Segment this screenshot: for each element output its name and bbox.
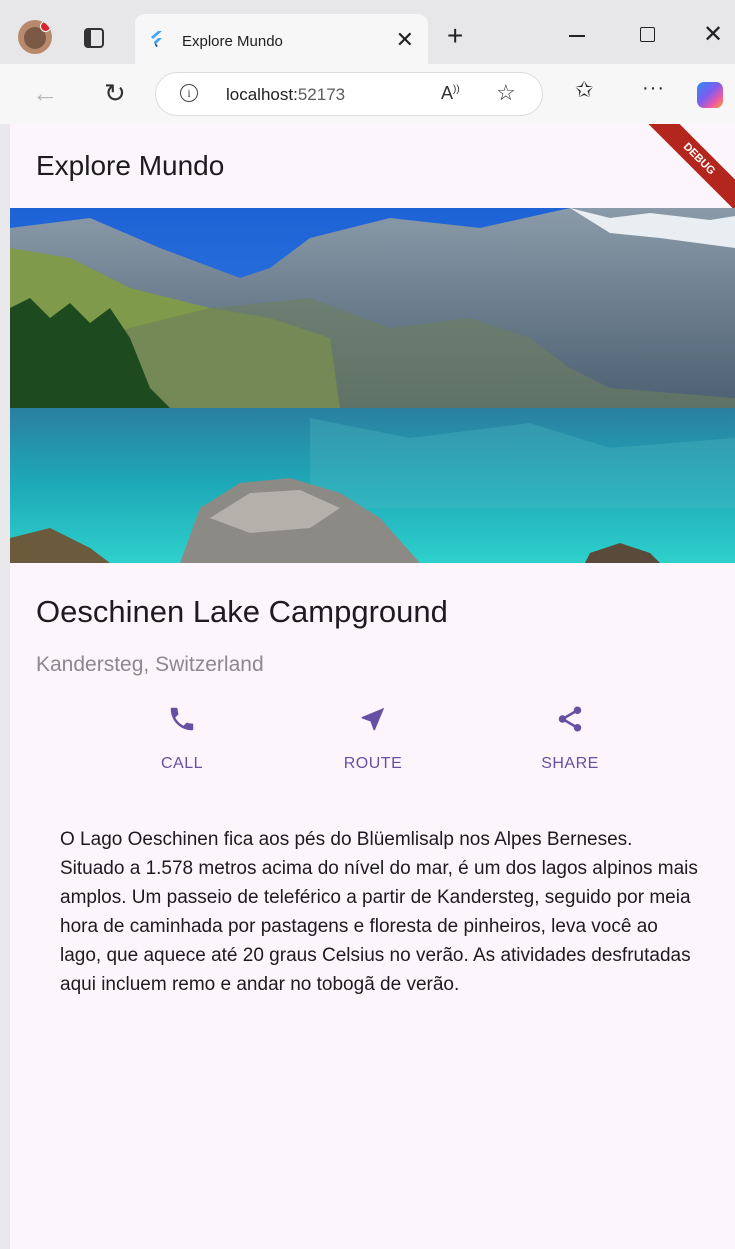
place-description: O Lago Oeschinen fica aos pés do Blüemli… (60, 829, 698, 995)
share-button[interactable]: SHARE (510, 704, 630, 773)
navigation-arrow-icon (361, 707, 385, 731)
call-button[interactable]: CALL (122, 704, 242, 773)
tab-title: Explore Mundo (182, 33, 283, 50)
maximize-icon[interactable] (640, 27, 655, 42)
place-location: Kandersteg, Switzerland (36, 653, 264, 676)
route-label: ROUTE (343, 755, 403, 772)
lake-landscape (10, 208, 735, 563)
call-label: CALL (160, 755, 204, 772)
browser-toolbar: ← ↻ i localhost:52173 A)) ☆ ✩ ··· (0, 64, 735, 124)
address-host: localhost: (226, 85, 298, 104)
minimize-icon[interactable] (569, 35, 585, 37)
tab-close-icon[interactable]: ✕ (396, 27, 414, 53)
profile-avatar[interactable] (18, 20, 52, 54)
more-menu-icon[interactable]: ··· (642, 77, 665, 100)
site-info-icon[interactable]: i (180, 84, 198, 102)
share-icon (558, 706, 582, 732)
app-title: Explore Mundo (36, 150, 225, 181)
flutter-favicon-icon (151, 31, 162, 47)
browser-tab-strip: Explore Mundo ✕ + ✕ (0, 0, 735, 64)
route-button[interactable]: ROUTE (313, 704, 433, 773)
address-bar[interactable]: i localhost:52173 A)) ☆ (155, 72, 543, 116)
notification-dot (40, 21, 51, 32)
app-bar: Explore Mundo (10, 124, 735, 208)
lake-image (10, 208, 735, 563)
place-title: Oeschinen Lake Campground (36, 594, 448, 629)
read-aloud-icon[interactable]: A)) (441, 83, 460, 104)
share-label: SHARE (541, 755, 599, 772)
action-row: CALL ROUTE SHARE (10, 704, 735, 784)
reload-icon[interactable]: ↻ (104, 78, 126, 109)
favorite-star-icon[interactable]: ☆ (496, 80, 516, 106)
back-icon[interactable]: ← (32, 78, 58, 109)
favorites-icon[interactable]: ✩ (575, 77, 593, 103)
copilot-icon[interactable] (697, 82, 723, 108)
phone-icon (170, 707, 194, 731)
tab-actions-icon[interactable] (84, 28, 104, 48)
browser-tab[interactable]: Explore Mundo ✕ (135, 14, 428, 64)
address-url[interactable]: localhost:52173 (226, 85, 345, 105)
new-tab-icon[interactable]: + (447, 22, 463, 50)
address-port: 52173 (297, 85, 346, 104)
window-close-icon[interactable]: ✕ (703, 20, 723, 49)
app-viewport: Explore Mundo DEBUG Oeschinen Lake Campg… (10, 124, 735, 1249)
